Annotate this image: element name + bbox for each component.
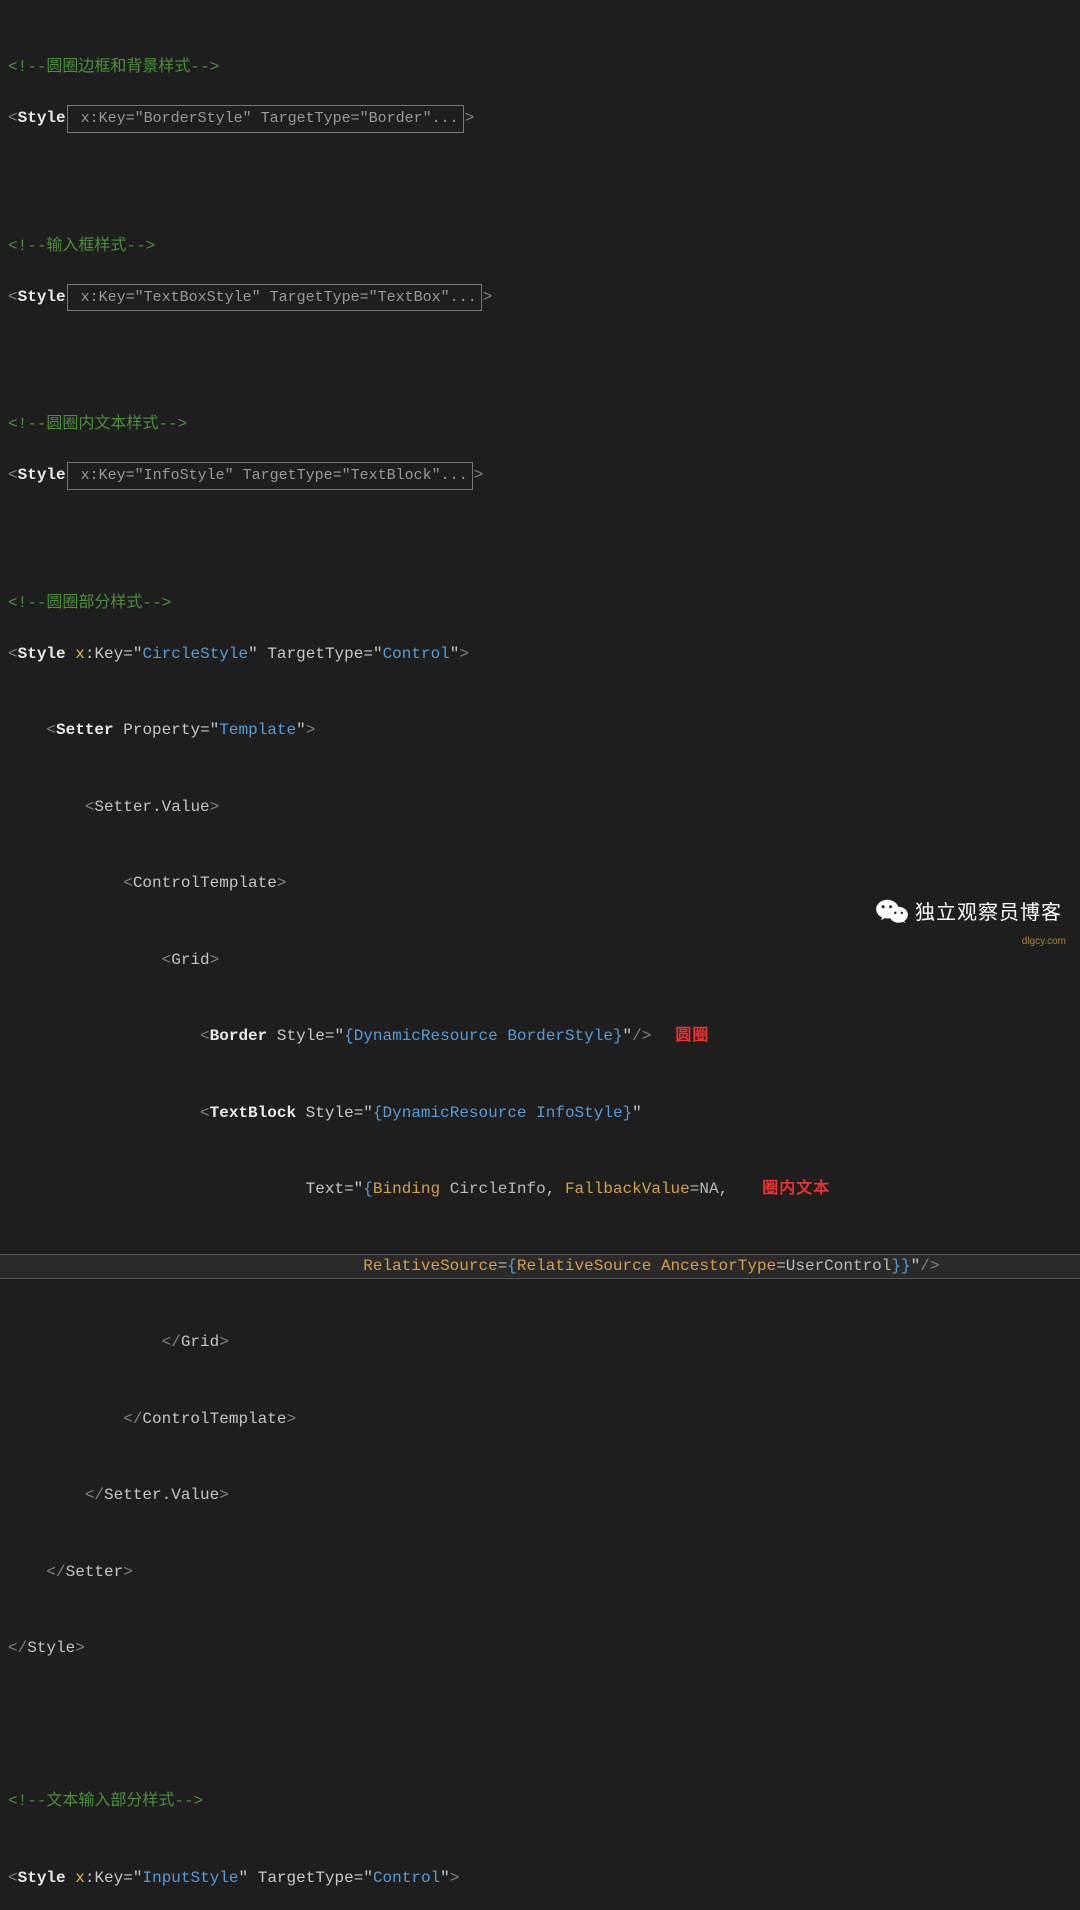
code-line: <Setter.Value> [8, 795, 1080, 821]
code-editor[interactable]: <!--圆圈边框和背景样式--> <Style x:Key="BorderSty… [0, 0, 1080, 1910]
comment-line: <!--圆圈边框和背景样式--> [8, 55, 1080, 81]
comment-line: <!--文本输入部分样式--> [8, 1789, 1080, 1815]
collapsed-region[interactable]: x:Key="InfoStyle" TargetType="TextBlock"… [67, 462, 473, 490]
code-line: <Style x:Key="CircleStyle" TargetType="C… [8, 642, 1080, 668]
code-line: <TextBlock Style="{DynamicResource InfoS… [8, 1101, 1080, 1127]
code-line: <Style x:Key="InfoStyle" TargetType="Tex… [8, 463, 1080, 489]
code-line: Text="{Binding CircleInfo, FallbackValue… [8, 1177, 1080, 1203]
code-line: </Style> [8, 1636, 1080, 1662]
collapsed-region[interactable]: x:Key="BorderStyle" TargetType="Border".… [67, 105, 464, 133]
code-line: </ControlTemplate> [8, 1407, 1080, 1433]
code-line: </Grid> [8, 1330, 1080, 1356]
blank-line [8, 336, 1080, 362]
code-line: <Setter Property="Template"> [8, 718, 1080, 744]
annotation-label: 圈内文本 [762, 1177, 830, 1203]
code-line: <Grid> [8, 948, 1080, 974]
code-line: </Setter> [8, 1560, 1080, 1586]
comment-line: <!--圆圈部分样式--> [8, 591, 1080, 617]
code-line: <Border Style="{DynamicResource BorderSt… [8, 1024, 1080, 1050]
watermark-url: dlgcy.com [1022, 936, 1066, 947]
watermark-text: 独立观察员博客 [915, 896, 1062, 925]
code-line: <Style x:Key="InputStyle" TargetType="Co… [8, 1866, 1080, 1892]
comment-line: <!--圆圈内文本样式--> [8, 412, 1080, 438]
blank-line [8, 1713, 1080, 1739]
code-line: <Style x:Key="TextBoxStyle" TargetType="… [8, 285, 1080, 311]
code-line: </Setter.Value> [8, 1483, 1080, 1509]
comment-line: <!--输入框样式--> [8, 234, 1080, 260]
blank-line [8, 157, 1080, 183]
watermark: 独立观察员博客 [875, 896, 1062, 925]
annotation-label: 圆圈 [675, 1024, 709, 1050]
wechat-icon [875, 897, 909, 925]
blank-line [8, 514, 1080, 540]
collapsed-region[interactable]: x:Key="TextBoxStyle" TargetType="TextBox… [67, 284, 482, 312]
current-line: RelativeSource={RelativeSource AncestorT… [0, 1254, 1080, 1280]
code-line: <ControlTemplate> [8, 871, 1080, 897]
code-line: <Style x:Key="BorderStyle" TargetType="B… [8, 106, 1080, 132]
